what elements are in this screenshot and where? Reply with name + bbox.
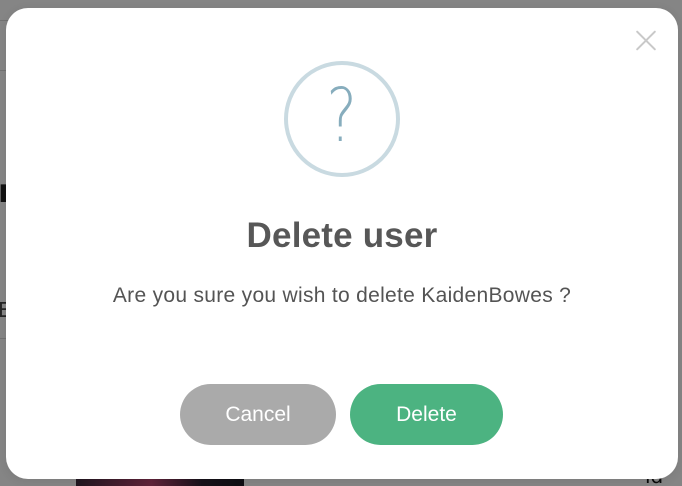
question-glyph: ? bbox=[326, 73, 358, 159]
delete-user-dialog: ? Delete user Are you sure you wish to d… bbox=[6, 8, 678, 479]
dialog-message: Are you sure you wish to delete KaidenBo… bbox=[112, 284, 572, 307]
delete-button[interactable]: Delete bbox=[350, 384, 503, 445]
question-mark-icon: ? bbox=[284, 61, 400, 177]
cancel-button[interactable]: Cancel bbox=[180, 384, 336, 445]
close-icon[interactable] bbox=[634, 28, 658, 52]
dialog-title: Delete user bbox=[246, 216, 438, 255]
